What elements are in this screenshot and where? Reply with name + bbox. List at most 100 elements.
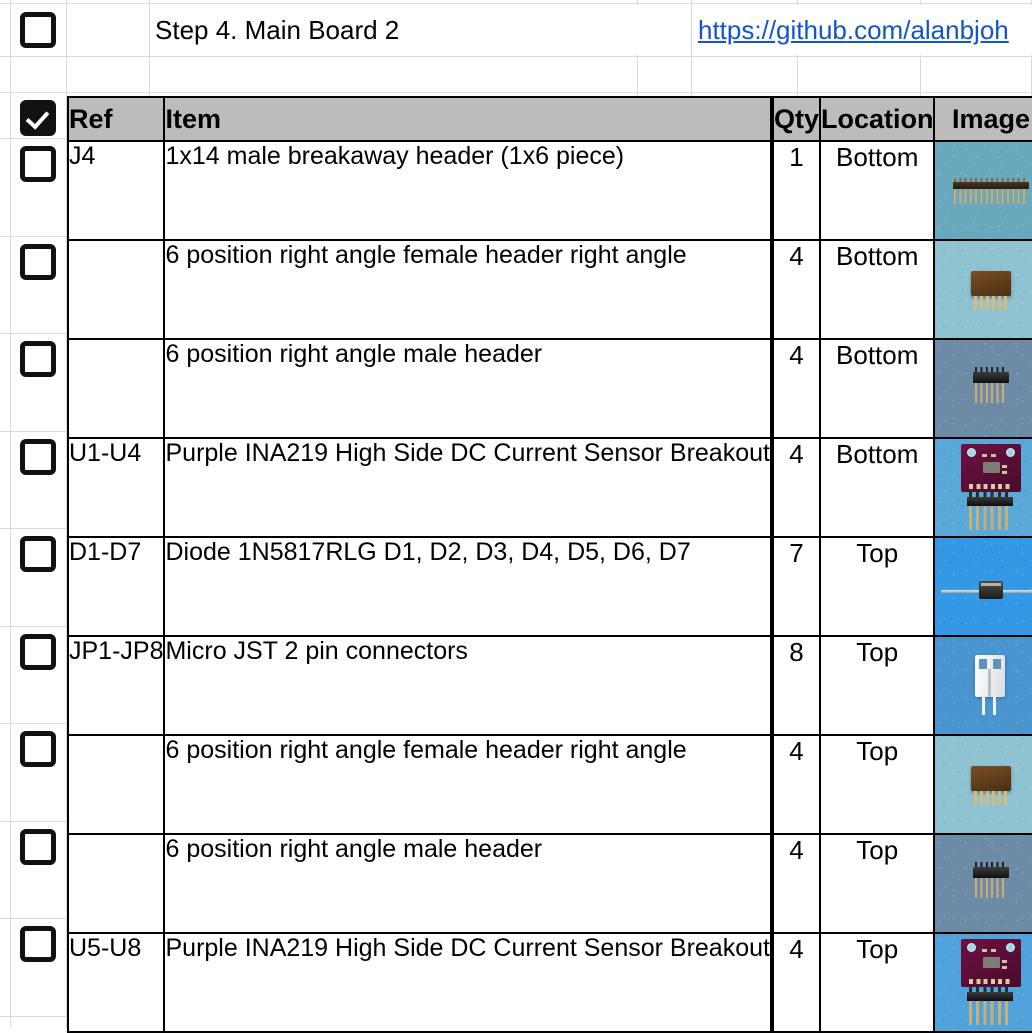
column-header-qty[interactable]: Qty xyxy=(771,96,821,142)
column-header-image[interactable]: Image xyxy=(933,96,1032,142)
cell-location[interactable]: Bottom xyxy=(818,437,936,538)
component-photo xyxy=(936,143,1032,238)
component-photo xyxy=(936,935,1032,1030)
checkbox-row[interactable] xyxy=(20,926,56,962)
checkbox-cell-row[interactable] xyxy=(12,141,64,187)
cell-ref[interactable] xyxy=(66,833,166,934)
checkbox-cell-row[interactable] xyxy=(12,921,64,967)
cell-image[interactable] xyxy=(933,734,1032,835)
cell-location[interactable]: Bottom xyxy=(818,140,936,241)
cell-item[interactable]: Micro JST 2 pin connectors xyxy=(163,635,772,736)
cell-image[interactable] xyxy=(933,140,1032,241)
cell-item[interactable]: 1x14 male breakaway header (1x6 piece) xyxy=(163,140,772,241)
male-header-graphic xyxy=(973,367,1010,403)
checkbox-row[interactable] xyxy=(20,244,56,280)
checkbox-cell-row[interactable] xyxy=(12,434,64,480)
cell-item[interactable]: 6 position right angle female header rig… xyxy=(163,239,772,340)
checkbox-row[interactable] xyxy=(20,731,56,767)
cell-location[interactable]: Bottom xyxy=(818,338,936,439)
column-header-ref[interactable]: Ref xyxy=(66,96,166,142)
cell-image[interactable] xyxy=(933,239,1032,340)
cell-image[interactable] xyxy=(933,932,1032,1033)
cell-image[interactable] xyxy=(933,635,1032,736)
loose-header-graphic xyxy=(967,491,1014,530)
cell-image[interactable] xyxy=(933,536,1032,637)
checkbox-cell-row[interactable] xyxy=(12,726,64,772)
cell-qty[interactable]: 8 xyxy=(771,635,821,736)
component-photo xyxy=(936,440,1032,535)
column-header-location[interactable]: Location xyxy=(818,96,936,142)
gridline-horizontal xyxy=(0,92,1032,93)
repository-link[interactable]: https://github.com/alanbjoh xyxy=(698,15,1009,46)
female-header-graphic xyxy=(971,271,1012,310)
gridline-vertical xyxy=(10,0,11,1028)
cell-ref[interactable]: U1-U4 xyxy=(66,437,166,538)
page-title: Step 4. Main Board 2 xyxy=(150,5,686,55)
cell-image[interactable] xyxy=(933,833,1032,934)
cell-location[interactable]: Top xyxy=(818,833,936,934)
cell-item[interactable]: 6 position right angle female header rig… xyxy=(163,734,772,835)
cell-qty[interactable]: 4 xyxy=(771,437,821,538)
checkbox-cell-title-row[interactable] xyxy=(12,4,64,56)
component-photo xyxy=(936,539,1032,634)
cell-qty[interactable]: 4 xyxy=(771,734,821,835)
cell-location[interactable]: Top xyxy=(818,635,936,736)
cell-qty[interactable]: 4 xyxy=(771,239,821,340)
checkbox-row[interactable] xyxy=(20,536,56,572)
checkbox-header-row[interactable] xyxy=(20,100,56,136)
cell-qty[interactable]: 4 xyxy=(771,338,821,439)
cell-location[interactable]: Top xyxy=(818,932,936,1033)
cell-item[interactable]: Purple INA219 High Side DC Current Senso… xyxy=(163,932,772,1033)
cell-location[interactable]: Top xyxy=(818,734,936,835)
component-photo xyxy=(936,638,1032,733)
cell-ref[interactable]: D1-D7 xyxy=(66,536,166,637)
table-row: D1-D7 Diode 1N5817RLG D1, D2, D3, D4, D5,… xyxy=(66,536,1032,637)
cell-qty[interactable]: 4 xyxy=(771,932,821,1033)
cell-ref[interactable]: U5-U8 xyxy=(66,932,166,1033)
cell-qty[interactable]: 1 xyxy=(771,140,821,241)
checkbox-cell-row[interactable] xyxy=(12,531,64,577)
component-photo xyxy=(936,836,1032,931)
cell-item[interactable]: 6 position right angle male header xyxy=(163,833,772,934)
checkbox-cell-row[interactable] xyxy=(12,629,64,675)
diode-body-graphic xyxy=(979,581,1004,599)
ina219-board-graphic xyxy=(961,939,1022,987)
checkbox-row[interactable] xyxy=(20,634,56,670)
cell-ref[interactable] xyxy=(66,338,166,439)
checkbox-cell-row[interactable] xyxy=(12,239,64,285)
cell-ref[interactable] xyxy=(66,734,166,835)
cell-image[interactable] xyxy=(933,437,1032,538)
jst-connector-graphic xyxy=(975,655,1006,715)
cell-qty[interactable]: 4 xyxy=(771,833,821,934)
table-row: U5-U8 Purple INA219 High Side DC Current … xyxy=(66,932,1032,1033)
checkbox-title-row[interactable] xyxy=(20,12,56,48)
cell-item[interactable]: Diode 1N5817RLG D1, D2, D3, D4, D5, D6, … xyxy=(163,536,772,637)
parts-table: Ref Item Qty Location Image J4 1x14 male … xyxy=(66,96,1032,1033)
cell-item[interactable]: 6 position right angle male header xyxy=(163,338,772,439)
checkbox-cell-header-row[interactable] xyxy=(12,99,64,137)
cell-location[interactable]: Bottom xyxy=(818,239,936,340)
cell-qty[interactable]: 7 xyxy=(771,536,821,637)
cell-image[interactable] xyxy=(933,338,1032,439)
component-photo xyxy=(936,242,1032,337)
checkbox-cell-row[interactable] xyxy=(12,336,64,382)
male-header-graphic xyxy=(973,862,1010,898)
cell-ref[interactable] xyxy=(66,239,166,340)
repository-link-cell[interactable]: https://github.com/alanbjoh xyxy=(696,5,1032,55)
cell-ref[interactable]: JP1-JP8 xyxy=(66,635,166,736)
checkbox-row[interactable] xyxy=(20,439,56,475)
checkbox-row[interactable] xyxy=(20,146,56,182)
checkbox-row[interactable] xyxy=(20,829,56,865)
checkbox-cell-row[interactable] xyxy=(12,824,64,870)
cell-item[interactable]: Purple INA219 High Side DC Current Senso… xyxy=(163,437,772,538)
female-header-graphic xyxy=(971,766,1012,805)
cell-location[interactable]: Top xyxy=(818,536,936,637)
cell-ref[interactable]: J4 xyxy=(66,140,166,241)
table-body: J4 1x14 male breakaway header (1x6 piece)… xyxy=(66,140,1032,1033)
column-header-item[interactable]: Item xyxy=(163,96,772,142)
table-row: 6 position right angle male header 4 Top xyxy=(66,833,1032,934)
checkbox-row[interactable] xyxy=(20,341,56,377)
table-row: 6 position right angle female header rig… xyxy=(66,239,1032,340)
gridline-horizontal xyxy=(0,3,1032,4)
component-photo xyxy=(936,341,1032,436)
